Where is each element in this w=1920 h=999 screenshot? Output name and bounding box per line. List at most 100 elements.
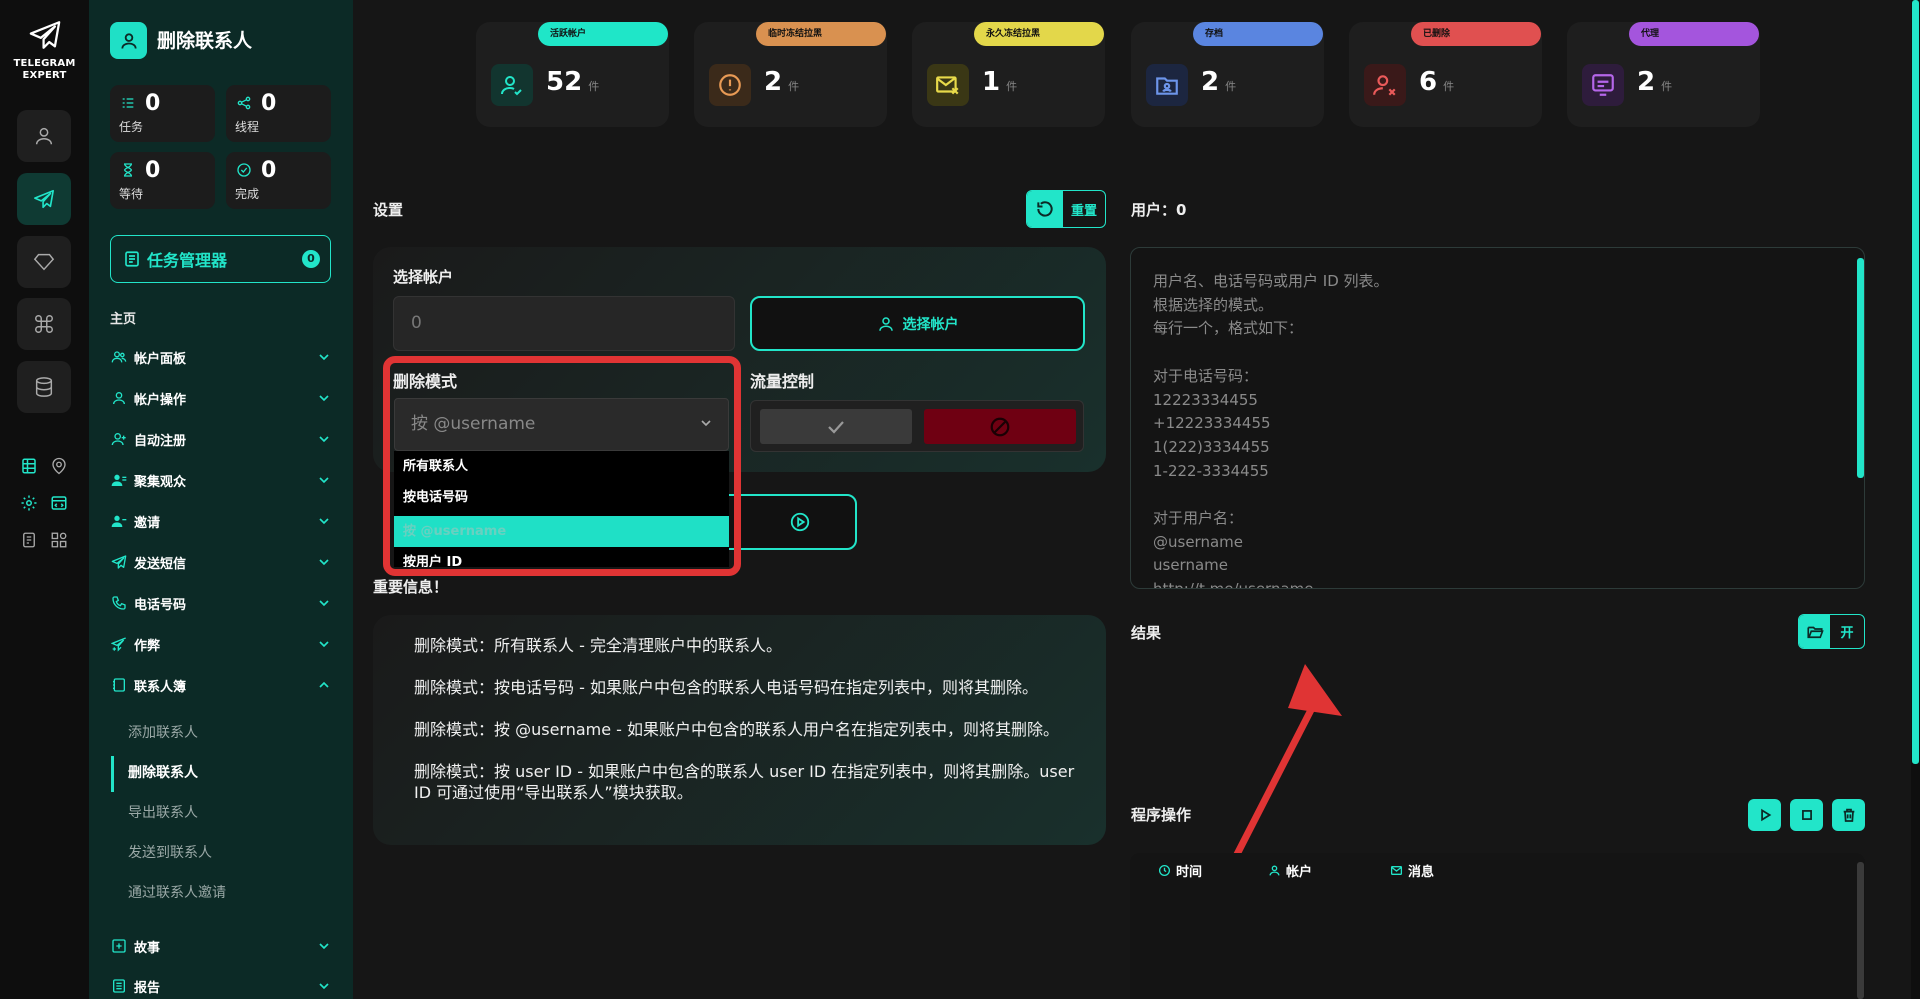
- users-icon: [111, 351, 127, 363]
- user-remove-icon: [1373, 75, 1396, 96]
- stat-tag: 永久冻结拉黑: [974, 22, 1104, 46]
- select-account-button-label: 选择帐户: [902, 316, 959, 333]
- rail-accounts-button[interactable]: [17, 110, 71, 162]
- user-icon: [35, 127, 53, 145]
- menu-item-label: 报告: [134, 980, 161, 996]
- user-list-icon: [111, 515, 127, 527]
- chevron-down-icon: [319, 559, 329, 566]
- stat-proxy[interactable]: 代理 2件: [1567, 22, 1760, 127]
- flow-control-label: 流量控制: [750, 372, 815, 391]
- code-window-icon[interactable]: [48, 492, 70, 514]
- program-actions-label: 程序操作: [1131, 806, 1192, 824]
- menu-item-account-ops[interactable]: 帐户操作: [110, 387, 332, 409]
- ban-icon: [990, 417, 1010, 436]
- folder-open-icon: [1806, 626, 1824, 638]
- rail-database-button[interactable]: [17, 361, 71, 413]
- task-manager-label: 任务管理器: [147, 251, 228, 270]
- submenu-invite-via-contacts[interactable]: 通过联系人邀请: [128, 882, 226, 902]
- chevron-down-icon: [319, 477, 329, 484]
- stat-value: 52: [546, 67, 583, 97]
- stat-value: 6: [1419, 67, 1438, 97]
- textarea-scrollbar[interactable]: [1857, 258, 1864, 478]
- menu-item-label: 自动注册: [134, 433, 187, 449]
- page-scrollbar-thumb[interactable]: [1912, 0, 1919, 764]
- log-scrollbar[interactable]: [1857, 862, 1864, 999]
- rail-premium-button[interactable]: [17, 236, 71, 288]
- stat-active-accounts[interactable]: 活跃帐户 52 件: [476, 22, 669, 127]
- info-line: 删除模式：按 @username - 如果账户中包含的联系人用户名在指定列表中，…: [414, 720, 1060, 739]
- account-count-input[interactable]: 0: [393, 296, 735, 351]
- menu-item-label: 电话号码: [134, 597, 187, 613]
- send-icon: [34, 189, 54, 209]
- stat-unit: 件: [1225, 80, 1237, 93]
- apps-icon[interactable]: [48, 529, 70, 551]
- users-textarea[interactable]: 用户名、电话号码或用户 ID 列表。 根据选择的模式。 每行一个，格式如下： 对…: [1130, 247, 1865, 589]
- chevron-down-icon: [319, 436, 329, 443]
- list-icon: [122, 98, 134, 108]
- menu-item-send-sms[interactable]: 发送短信: [110, 551, 332, 573]
- menu-item-stories[interactable]: 故事: [110, 935, 332, 957]
- mini-stat-waiting: 0 等待: [110, 152, 215, 209]
- submenu-delete-contact[interactable]: 删除联系人: [128, 762, 198, 782]
- submenu-add-contact[interactable]: 添加联系人: [128, 722, 198, 742]
- submenu-export-contacts[interactable]: 导出联系人: [128, 802, 198, 822]
- menu-item-reports[interactable]: 报告: [110, 975, 332, 997]
- stat-unit: 件: [788, 80, 800, 93]
- stat-value: 2: [1201, 67, 1220, 97]
- stop-button[interactable]: [1790, 799, 1823, 831]
- menu-item-invite[interactable]: 邀请: [110, 510, 332, 532]
- sheet-icon[interactable]: [18, 455, 40, 477]
- log-col-label: 时间: [1176, 865, 1203, 880]
- task-manager-button[interactable]: 任务管理器 0: [110, 235, 331, 283]
- stat-archive[interactable]: 存档 2件: [1131, 22, 1324, 127]
- page-scrollbar[interactable]: [1911, 0, 1920, 999]
- user-icon: [1269, 865, 1280, 876]
- stat-unit: 件: [1661, 80, 1673, 93]
- play-button[interactable]: [1748, 799, 1781, 831]
- stat-temp-frozen[interactable]: 临时冻结拉黑 2件: [694, 22, 887, 127]
- contact-book-icon: [113, 678, 125, 692]
- chevron-down-icon: [319, 983, 329, 990]
- rail-command-button[interactable]: [17, 298, 71, 350]
- document-icon[interactable]: [18, 529, 40, 551]
- menu-item-gather-audience[interactable]: 聚集观众: [110, 469, 332, 491]
- menu-item-cheat[interactable]: 作弊: [110, 633, 332, 655]
- menu-item-account-panel[interactable]: 帐户面板: [110, 346, 332, 368]
- users-group-icon: [111, 474, 127, 486]
- stat-tag: 临时冻结拉黑: [756, 22, 886, 46]
- task-list-icon: [125, 251, 139, 267]
- menu-item-phone-numbers[interactable]: 电话号码: [110, 592, 332, 614]
- clear-log-button[interactable]: [1832, 799, 1865, 831]
- menu-item-contact-book[interactable]: 联系人簿: [110, 674, 332, 696]
- stat-unit: 件: [1443, 80, 1455, 93]
- stat-deleted[interactable]: 已删除 6件: [1349, 22, 1542, 127]
- proxy-icon: [1592, 74, 1614, 96]
- flow-on-button[interactable]: [760, 409, 912, 444]
- flow-off-button[interactable]: [924, 409, 1076, 444]
- mini-stat-value: 0: [145, 91, 161, 116]
- menu-home-heading: 主页: [110, 312, 137, 327]
- user-icon: [878, 316, 893, 331]
- results-label: 结果: [1131, 624, 1162, 642]
- reset-button[interactable]: 重置: [1026, 190, 1106, 228]
- mini-stat-value: 0: [261, 91, 277, 116]
- check-icon: [828, 420, 844, 434]
- chevron-down-icon: [319, 943, 329, 950]
- stat-perm-frozen[interactable]: 永久冻结拉黑 1件: [912, 22, 1105, 127]
- location-user-icon[interactable]: [48, 455, 70, 477]
- folder-user-icon: [1156, 77, 1178, 95]
- settings-icon[interactable]: [18, 492, 40, 514]
- menu-item-label: 邀请: [134, 515, 161, 531]
- mini-stat-value: 0: [261, 158, 277, 183]
- rail-telegram-button[interactable]: [17, 173, 71, 225]
- program-log-table: 时间 帐户 消息: [1130, 853, 1865, 999]
- open-results-button[interactable]: 开: [1798, 614, 1865, 649]
- user-check-icon: [501, 76, 522, 96]
- menu-item-auto-register[interactable]: 自动注册: [110, 428, 332, 450]
- trash-icon: [1843, 808, 1854, 822]
- logo-text-1: TELEGRAM: [13, 58, 76, 69]
- select-account-label: 选择帐户: [393, 268, 454, 286]
- submenu-send-to-contacts[interactable]: 发送到联系人: [128, 842, 212, 862]
- select-account-button[interactable]: 选择帐户: [750, 296, 1085, 351]
- log-col-label: 帐户: [1286, 865, 1313, 880]
